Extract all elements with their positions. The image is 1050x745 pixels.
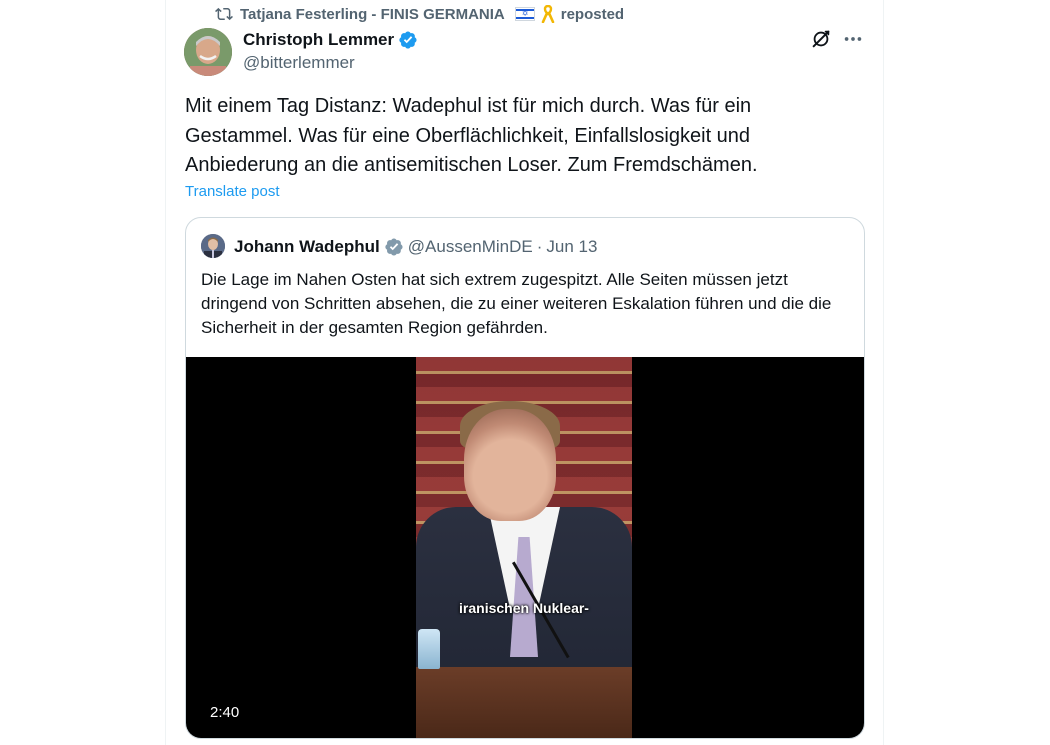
- video-duration: 2:40: [210, 704, 240, 721]
- yellow-ribbon-icon: [541, 5, 555, 23]
- separator-dot: ·: [536, 237, 543, 256]
- quoted-post-text: Die Lage im Nahen Osten hat sich extrem …: [201, 270, 832, 337]
- video-subtitle: iranischen Nuklear-: [459, 600, 589, 616]
- repost-icon: [214, 4, 234, 24]
- verified-badge-icon[interactable]: [398, 30, 418, 50]
- repost-action-label: reposted: [560, 5, 625, 23]
- quoted-post[interactable]: Johann Wadephul @AussenMinDE · Jun 13 Di…: [185, 217, 865, 739]
- video-player[interactable]: iranischen Nuklear- 2:40: [186, 357, 864, 738]
- more-options-icon[interactable]: [842, 28, 864, 50]
- author-handle[interactable]: @bitterlemmer: [243, 53, 355, 73]
- quoted-author-name[interactable]: Johann Wadephul: [234, 237, 380, 257]
- repost-user-name[interactable]: Tatjana Festerling - FINIS GERMANIA: [240, 6, 505, 23]
- quoted-post-header: Johann Wadephul @AussenMinDE · Jun 13: [234, 236, 597, 258]
- quoted-post-date[interactable]: Jun 13: [546, 237, 597, 257]
- post-text: Mit einem Tag Distanz: Wadephul ist für …: [185, 95, 758, 176]
- page: Tatjana Festerling - FINIS GERMANIA ✡ re…: [0, 0, 1050, 745]
- author-name[interactable]: Christoph Lemmer: [243, 28, 418, 52]
- video-thumbnail: iranischen Nuklear-: [416, 357, 632, 738]
- israel-flag-icon: ✡: [514, 7, 535, 21]
- translate-post-link[interactable]: Translate post: [185, 183, 280, 200]
- quoted-author-handle[interactable]: @AussenMinDE: [408, 237, 533, 257]
- author-name-text[interactable]: Christoph Lemmer: [243, 30, 394, 50]
- repost-indicator[interactable]: Tatjana Festerling - FINIS GERMANIA ✡ re…: [214, 4, 624, 24]
- avatar[interactable]: [184, 28, 232, 76]
- grok-icon[interactable]: [810, 28, 832, 50]
- government-badge-icon[interactable]: [384, 237, 404, 257]
- quoted-author-avatar[interactable]: [201, 234, 225, 258]
